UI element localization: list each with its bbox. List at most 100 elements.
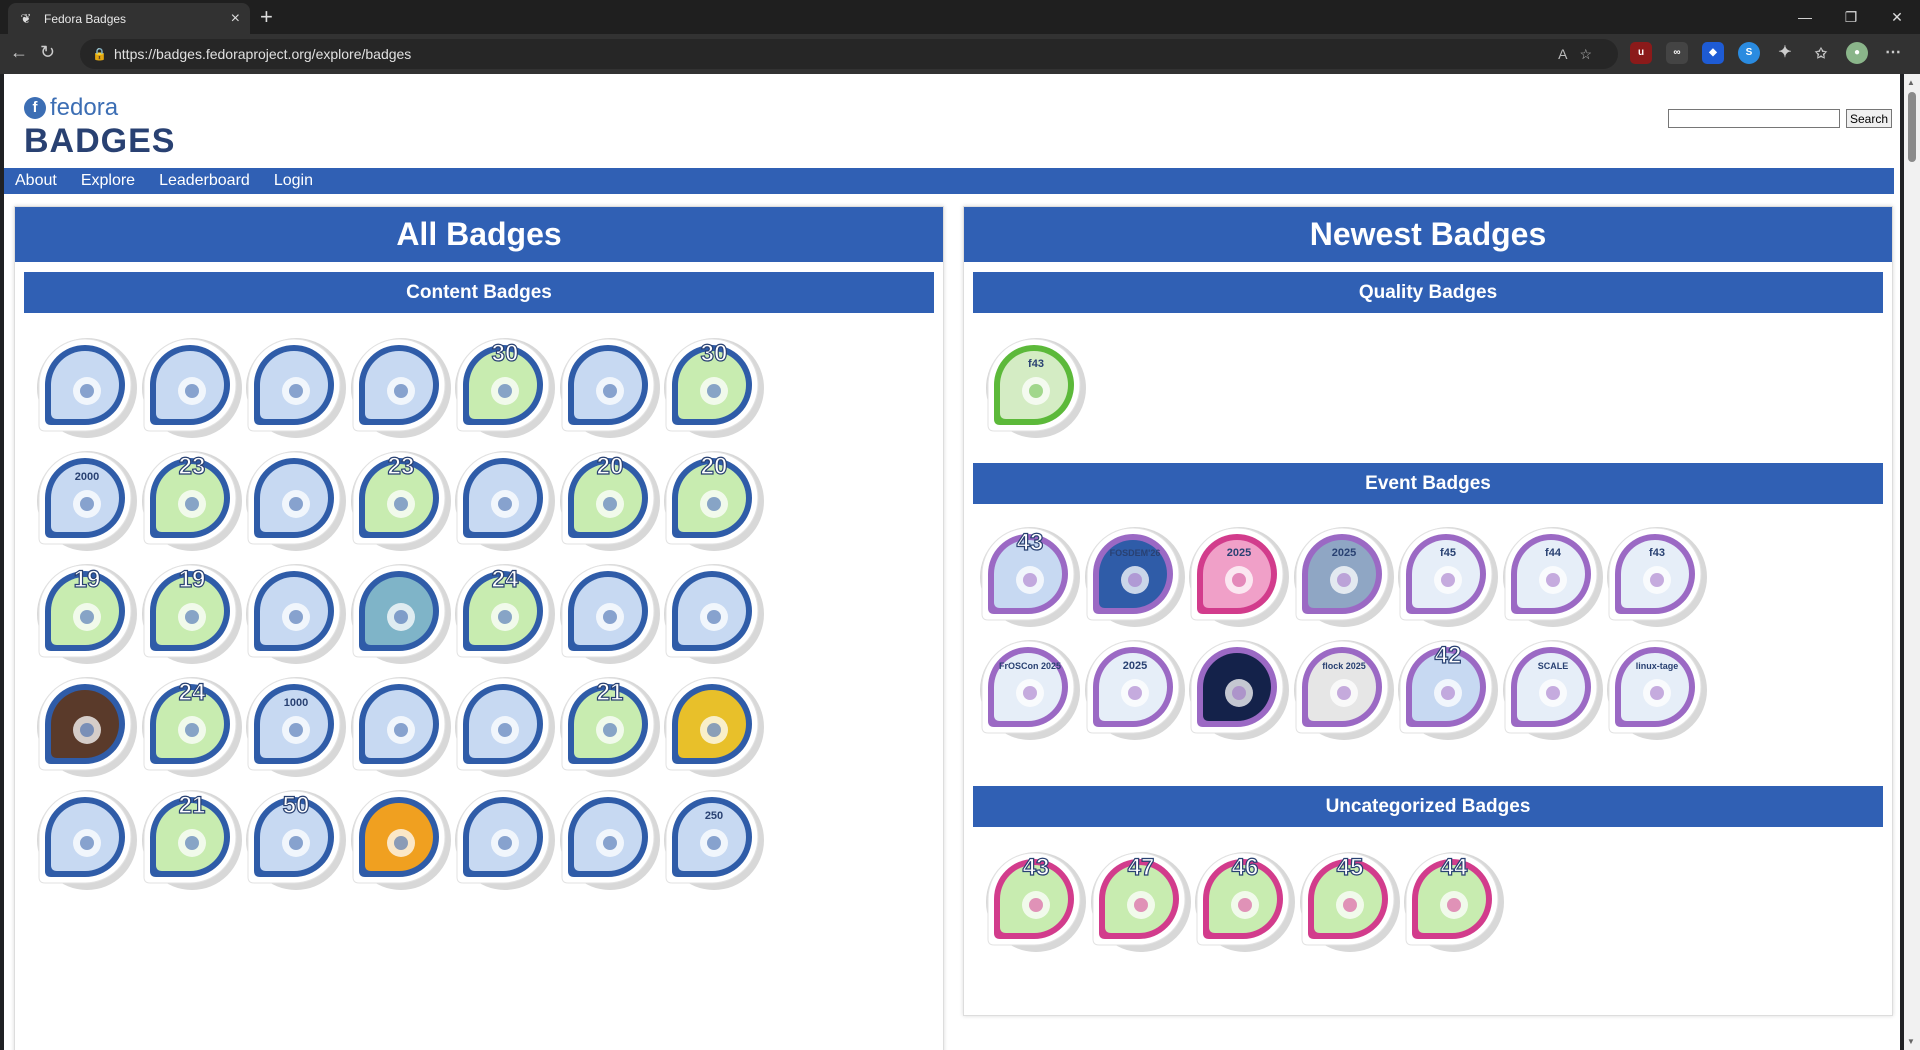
camera-panda-check-badge[interactable]: 30 — [658, 331, 766, 439]
camera-panda-check-badge[interactable]: 23 — [136, 444, 244, 552]
tribal-mask-badge[interactable] — [658, 670, 766, 778]
nav-about[interactable]: About — [15, 168, 57, 194]
favorite-star-icon[interactable]: ☆ — [1579, 46, 1604, 62]
crossed-quills-badge[interactable] — [345, 670, 453, 778]
ballot-46-badge[interactable]: 46 — [1189, 845, 1297, 953]
froscon-2025-badge[interactable]: FrOSCon 2025 — [974, 633, 1082, 741]
badge-label: f43 — [1028, 358, 1044, 370]
panda-desk-badge[interactable] — [31, 670, 139, 778]
camera-panda-check-icon: 30 — [664, 338, 764, 438]
classroom-pandas-badge[interactable] — [31, 331, 139, 439]
scroll-quill-badge[interactable]: 2000 — [31, 444, 139, 552]
map-boxes-icon — [455, 790, 555, 890]
i18n-f45-badge[interactable]: f45 — [1392, 520, 1500, 628]
typewriter-badge[interactable]: 1000 — [240, 670, 348, 778]
camera-panda-check-badge[interactable]: 20 — [658, 444, 766, 552]
bandana-badge[interactable] — [240, 331, 348, 439]
ublock-icon[interactable]: u — [1630, 42, 1652, 64]
camera-panda-badge[interactable]: 21 — [554, 670, 662, 778]
devconf-2025-badge[interactable]: 2025 — [1079, 633, 1187, 741]
camera-panda-check-badge[interactable]: 21 — [136, 783, 244, 891]
scale-22x-badge[interactable]: SCALE — [1497, 633, 1605, 741]
bitwarden-icon[interactable]: ◆ — [1702, 42, 1724, 64]
camera-panda-badge[interactable]: 19 — [31, 557, 139, 665]
blue-figure-badge[interactable] — [345, 783, 453, 891]
ballot-43-badge[interactable]: 43 — [980, 845, 1088, 953]
search-input[interactable] — [1667, 109, 1840, 128]
fountain-pen-badge[interactable] — [449, 670, 557, 778]
panda-flag-badge[interactable] — [554, 783, 662, 891]
more-menu-icon[interactable]: ⋯ — [1882, 42, 1904, 64]
camera-panda-badge[interactable]: 23 — [345, 444, 453, 552]
camera-panda-check-badge[interactable]: 24 — [136, 670, 244, 778]
restore-icon[interactable]: ❐ — [1828, 0, 1874, 34]
i18n-f44-badge[interactable]: f44 — [1497, 520, 1605, 628]
badge-label: linux-tage — [1636, 661, 1679, 671]
flock-2025-badge[interactable]: flock 2025 — [1288, 633, 1396, 741]
site-info-icon[interactable]: 🔒 — [92, 39, 107, 69]
url-field[interactable]: 🔒 https://badges.fedoraproject.org/explo… — [80, 39, 1618, 69]
orange-panda-badge[interactable] — [658, 557, 766, 665]
panda-flag-badge[interactable] — [240, 444, 348, 552]
spider-badge[interactable] — [345, 557, 453, 665]
read-aloud-icon[interactable]: A — [1558, 46, 1579, 62]
map-boxes-badge[interactable] — [449, 783, 557, 891]
camera-panda-check-icon: 24 — [141, 677, 242, 777]
nav-leaderboard[interactable]: Leaderboard — [159, 168, 250, 194]
camera-panda-icon: 21 — [559, 677, 660, 777]
scroll-quill-badge[interactable]: 250 — [658, 783, 766, 891]
new-tab-button[interactable]: + — [260, 4, 273, 30]
orange-panda-glasses-badge[interactable] — [31, 783, 139, 891]
ballot-47-badge[interactable]: 47 — [1085, 845, 1193, 953]
release-party-43-badge[interactable]: 43 — [974, 520, 1082, 628]
test-machine-badge[interactable]: f43 — [980, 331, 1088, 439]
camera-panda-badge[interactable]: 30 — [449, 331, 557, 439]
profile-avatar-icon[interactable]: ● — [1846, 42, 1868, 64]
favorites-bar-icon[interactable]: ✩ — [1810, 42, 1832, 64]
camera-panda-badge[interactable]: 24 — [449, 557, 557, 665]
back-arrow-icon[interactable]: ← — [10, 42, 28, 63]
badge-label: f45 — [1440, 547, 1456, 559]
badge-label: FOSDEM'26 — [1109, 548, 1160, 558]
panda-wave-badge[interactable] — [554, 557, 662, 665]
release-party-42-badge[interactable]: 42 — [1392, 633, 1500, 741]
camera-panda-check-badge[interactable]: 19 — [136, 557, 244, 665]
tribal-mask-icon — [664, 677, 764, 777]
bird-2025-badge[interactable]: 2025 — [1183, 520, 1291, 628]
fedora-badges-logo[interactable]: f fedora BADGES — [24, 94, 175, 161]
badge-label: 45 — [1336, 854, 1363, 881]
glasses-extension-icon[interactable]: ∞ — [1666, 42, 1688, 64]
ballot-44-badge[interactable]: 44 — [1398, 845, 1506, 953]
extensions-toolbar: u ∞ ◆ S ✦ ✩ ● ⋯ — [1630, 42, 1904, 64]
space-panda-badge[interactable] — [1183, 633, 1291, 741]
sync-extension-icon[interactable]: S — [1738, 42, 1760, 64]
nav-explore[interactable]: Explore — [81, 168, 135, 194]
scrollbar-thumb[interactable] — [1908, 92, 1916, 162]
brand-badges-text: BADGES — [24, 122, 176, 160]
scroll-down-icon[interactable]: ▼ — [1907, 1037, 1915, 1046]
linux-tage-badge[interactable]: linux-tage — [1601, 633, 1709, 741]
hairnet-badge[interactable] — [136, 331, 244, 439]
search-button[interactable]: Search — [1845, 109, 1892, 128]
scroll-quill-badge[interactable]: 50 — [240, 783, 348, 891]
ballot-45-badge[interactable]: 45 — [1294, 845, 1402, 953]
fosdem-26-badge[interactable]: FOSDEM'26 — [1079, 520, 1187, 628]
close-window-icon[interactable]: ✕ — [1874, 0, 1920, 34]
close-tab-icon[interactable]: × — [231, 10, 240, 28]
badge-label: f44 — [1545, 547, 1562, 559]
scroll-up-icon[interactable]: ▲ — [1907, 78, 1915, 87]
camera-panda-badge[interactable]: 20 — [554, 444, 662, 552]
minimize-icon[interactable]: — — [1782, 0, 1828, 34]
nav-login[interactable]: Login — [274, 168, 313, 194]
panda-broom-badge[interactable] — [240, 557, 348, 665]
sailor-hat-badge[interactable] — [554, 331, 662, 439]
browser-tab[interactable]: ❦ Fedora Badges × — [8, 3, 250, 34]
star-2025-badge[interactable]: 2025 — [1288, 520, 1396, 628]
flock-2025-icon: flock 2025 — [1293, 640, 1394, 740]
panda-flag-badge[interactable] — [449, 444, 557, 552]
reload-icon[interactable]: ↻ — [40, 42, 55, 63]
i18n-f43-badge[interactable]: f43 — [1601, 520, 1709, 628]
page-scrollbar[interactable]: ▲ ▼ — [1904, 74, 1920, 1050]
extensions-puzzle-icon[interactable]: ✦ — [1774, 42, 1796, 64]
chef-hat-badge[interactable] — [345, 331, 453, 439]
